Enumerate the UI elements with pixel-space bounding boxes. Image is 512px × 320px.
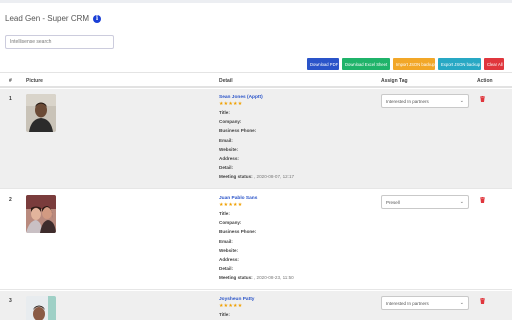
assign-tag-select[interactable]: Interested In partners ⌄ xyxy=(381,296,469,310)
assign-tag-value: Presell xyxy=(386,199,400,205)
assign-tag-value: Interested In partners xyxy=(386,98,429,104)
table-row: 2 Juan Pablo Sans ★★★★★ Title: Company: … xyxy=(0,190,512,290)
header-assign-tag: Assign Tag xyxy=(381,78,408,84)
field-detail: Detail: xyxy=(219,165,234,171)
table-row: 3 Joysheun Patty ★★★★★ Title: Interested… xyxy=(0,291,512,320)
field-business-phone: Business Phone: xyxy=(219,128,257,134)
assign-tag-select[interactable]: Interested In partners ⌄ xyxy=(381,94,469,108)
field-detail: Detail: xyxy=(219,266,234,272)
field-title: Title: xyxy=(219,312,230,317)
assign-tag-select[interactable]: Presell ⌄ xyxy=(381,195,469,209)
assign-tag-value: Interested In partners xyxy=(386,300,429,306)
header-action: Action xyxy=(477,78,493,84)
info-icon[interactable]: i xyxy=(93,14,102,23)
import-json-button[interactable]: Import JSON backup xyxy=(393,58,435,70)
field-title: Title: xyxy=(219,211,230,216)
field-company: Company: xyxy=(219,119,242,125)
avatar xyxy=(26,94,56,132)
field-email: Email: xyxy=(219,137,233,143)
header-index: # xyxy=(9,78,12,84)
trash-icon[interactable] xyxy=(480,298,485,304)
field-email: Email: xyxy=(219,238,233,244)
lead-detail: Sean Jones (Apptt) ★★★★★ Title: Company:… xyxy=(219,95,294,182)
page-header: Lead Gen - Super CRM i xyxy=(5,14,102,23)
row-index: 3 xyxy=(9,298,12,304)
clear-all-button[interactable]: Clear All xyxy=(484,58,504,70)
header-picture: Picture xyxy=(26,78,43,84)
field-website: Website: xyxy=(219,247,239,253)
row-index: 1 xyxy=(9,96,12,102)
chevron-down-icon: ⌄ xyxy=(459,199,464,205)
row-index: 2 xyxy=(9,197,12,203)
field-meeting-status: Meeting status: xyxy=(219,174,253,180)
top-bar xyxy=(0,0,512,3)
field-company: Company: xyxy=(219,220,242,226)
table-row: 1 Sean Jones (Apptt) ★★★★★ Title: Compan… xyxy=(0,89,512,189)
trash-icon[interactable] xyxy=(480,197,485,203)
download-pdf-button[interactable]: Download PDF xyxy=(307,58,339,70)
lead-detail: Joysheun Patty ★★★★★ Title: xyxy=(219,297,254,319)
chevron-down-icon: ⌄ xyxy=(459,98,464,104)
avatar xyxy=(26,195,56,233)
field-website: Website: xyxy=(219,146,239,152)
chevron-down-icon: ⌄ xyxy=(459,300,464,306)
toolbar: Download PDF Download Excel Sheet Import… xyxy=(307,58,504,70)
star-rating[interactable]: ★★★★★ xyxy=(219,202,294,209)
field-address: Address: xyxy=(219,257,239,263)
download-excel-button[interactable]: Download Excel Sheet xyxy=(342,58,390,70)
field-title: Title: xyxy=(219,110,230,115)
meeting-status-value: , 2020-08-07, 12:17 xyxy=(252,174,295,180)
trash-icon[interactable] xyxy=(480,96,485,102)
table-header: # Picture Detail Assign Tag Action xyxy=(0,72,512,88)
search-input[interactable] xyxy=(5,35,114,49)
header-detail: Detail xyxy=(219,78,233,84)
field-meeting-status: Meeting status: xyxy=(219,275,253,281)
avatar xyxy=(26,296,56,320)
meeting-status-value: , 2020-08-23, 11:50 xyxy=(252,275,294,281)
export-json-button[interactable]: Export JSON backup xyxy=(438,58,481,70)
star-rating[interactable]: ★★★★★ xyxy=(219,101,294,108)
page-title: Lead Gen - Super CRM xyxy=(5,14,90,23)
star-rating[interactable]: ★★★★★ xyxy=(219,303,254,310)
field-business-phone: Business Phone: xyxy=(219,229,257,235)
lead-detail: Juan Pablo Sans ★★★★★ Title: Company: Bu… xyxy=(219,196,294,283)
field-address: Address: xyxy=(219,156,239,162)
